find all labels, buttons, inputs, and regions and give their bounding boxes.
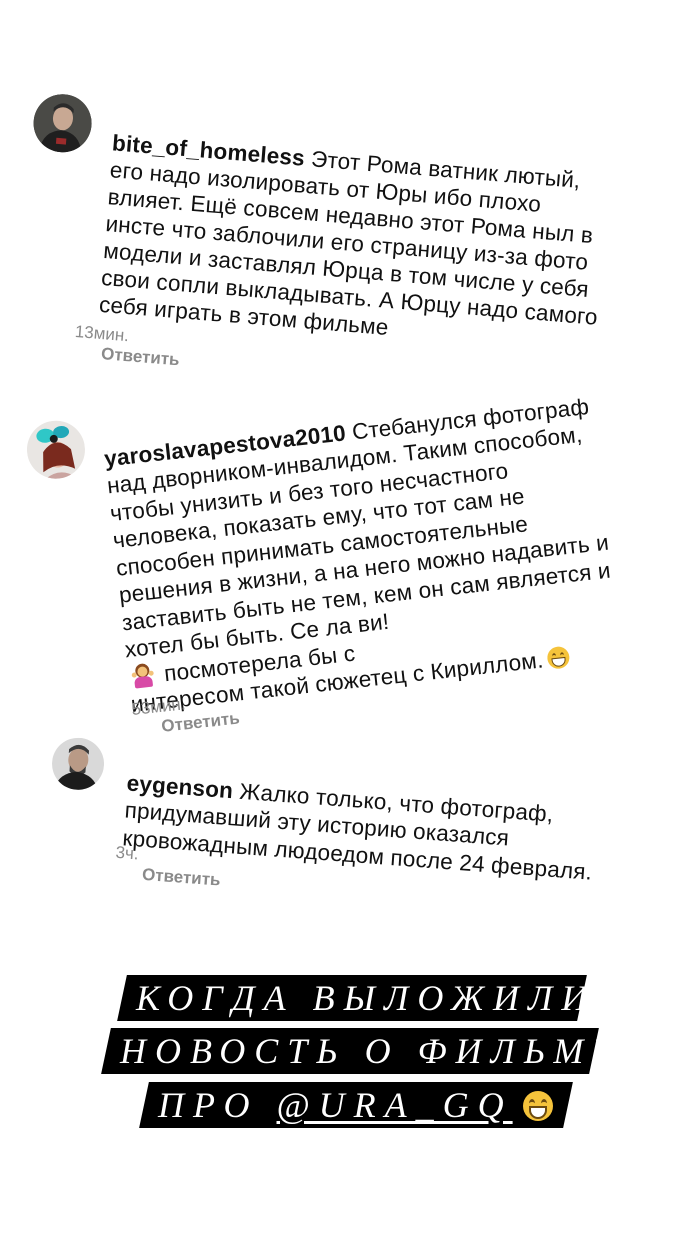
avatar[interactable] bbox=[31, 92, 94, 155]
banner-line-1: КОГДА ВЫЛОЖИЛИ bbox=[117, 975, 596, 1021]
comment-meta: 3ч. Ответить bbox=[113, 843, 222, 891]
banner-line-3: ПРО @URA_GQ bbox=[139, 1082, 573, 1128]
avatar[interactable] bbox=[24, 417, 88, 482]
grinning-face-emoji-icon bbox=[522, 1091, 553, 1121]
avatar-photo-icon bbox=[50, 736, 106, 792]
person-shrugging-emoji-icon bbox=[131, 662, 155, 689]
grinning-face-emoji-icon bbox=[545, 645, 571, 670]
mention-link[interactable]: @URA_GQ bbox=[277, 1085, 513, 1125]
banner-prefix: ПРО bbox=[158, 1085, 277, 1125]
banner-line-2: НОВОСТЬ О ФИЛЬМЕ bbox=[101, 1028, 623, 1074]
banner-text-1: КОГДА ВЫЛОЖИЛИ bbox=[136, 978, 597, 1018]
banner-text-3: ПРО @URA_GQ bbox=[158, 1082, 553, 1128]
comment-time: 13мин. bbox=[74, 321, 130, 346]
avatar[interactable] bbox=[50, 736, 106, 792]
reply-button[interactable]: Ответить bbox=[100, 344, 180, 369]
avatar-photo-icon bbox=[24, 417, 88, 482]
comment-text: Этот Рома ватник лютый, его надо изолиро… bbox=[98, 145, 599, 340]
comment-body: yaroslavapestova2010 Стебанулся фотограф… bbox=[100, 353, 700, 719]
comment-time: 3ч. bbox=[114, 842, 140, 864]
banner-text-2: НОВОСТЬ О ФИЛЬМЕ bbox=[120, 1031, 624, 1071]
reply-button[interactable]: Ответить bbox=[141, 865, 221, 890]
avatar-photo-icon bbox=[31, 92, 94, 155]
comment-body: bite_of_homeless Этот Рома ватник лютый,… bbox=[98, 102, 693, 364]
comment-meta: 13мин. Ответить bbox=[72, 322, 181, 370]
comment-text: Стебанулся фотограф над дворником-инвали… bbox=[105, 393, 612, 663]
